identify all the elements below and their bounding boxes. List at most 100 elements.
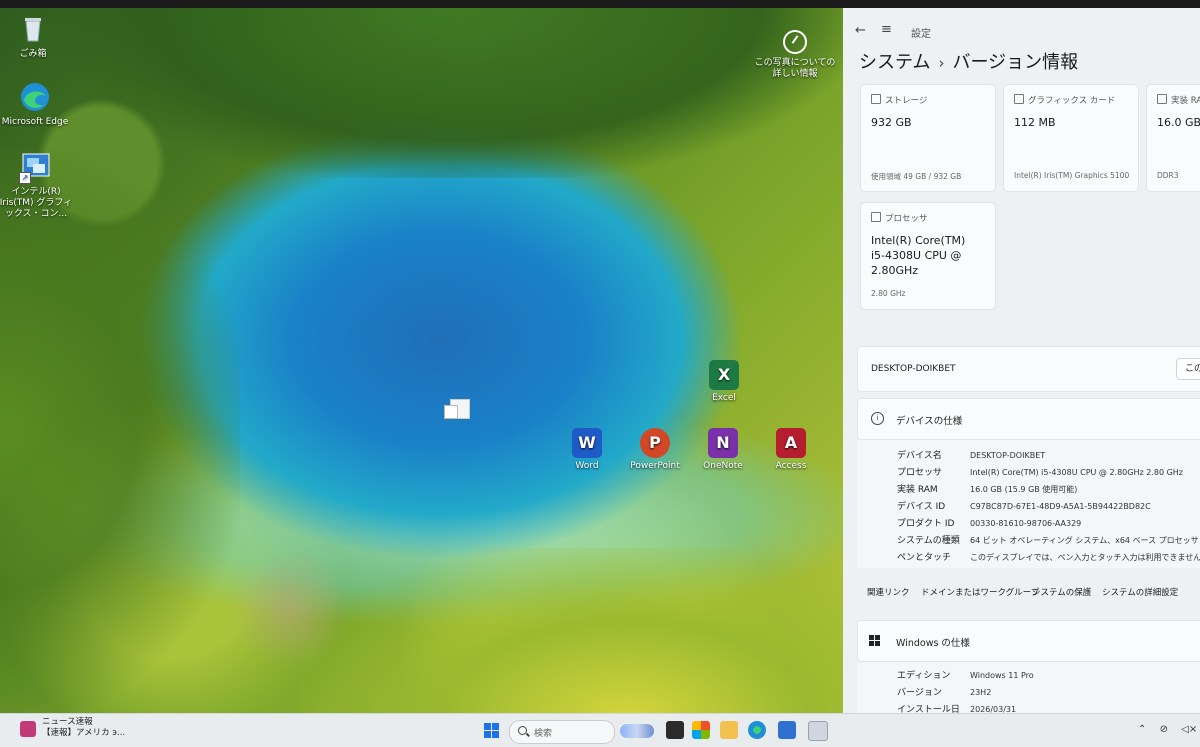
edge-icon	[18, 80, 52, 114]
window-title: 設定	[911, 29, 931, 40]
start-button[interactable]	[484, 723, 500, 739]
windows-spec-title: Windows の仕様	[896, 638, 970, 649]
photo-info-icon	[783, 30, 807, 54]
settings-titlebar: ← ≡ 設定	[843, 22, 1200, 42]
link-system-protection[interactable]: システムの保護	[1032, 586, 1091, 598]
device-name: DESKTOP-DOIKBET	[871, 364, 956, 374]
ram-icon	[1157, 94, 1167, 104]
spec-key: デバイス名	[897, 451, 942, 461]
rename-pc-button[interactable]: この	[1176, 358, 1200, 380]
widget-image-icon[interactable]	[620, 724, 654, 738]
news-subtitle: 【速報】アメリカ э...	[42, 728, 126, 738]
ram-sub: DDR3	[1157, 171, 1179, 180]
taskbar: ニュース速報 【速報】アメリカ э... 検索 ⌃ ⊘ ◁×	[0, 713, 1200, 747]
desktop-icon-excel[interactable]: X Excel	[687, 360, 761, 404]
volume-icon[interactable]: ◁×	[1181, 724, 1197, 735]
spec-key: エディション	[897, 671, 951, 681]
settings-taskbar-icon[interactable]	[808, 721, 828, 741]
search-placeholder: 検索	[534, 729, 553, 739]
windows-logo-icon	[869, 635, 881, 647]
breadcrumb: システム › バージョン情報	[859, 48, 1078, 74]
processor-icon	[871, 212, 881, 222]
desktop-icon-label: PowerPoint	[630, 461, 680, 471]
chevron-up-icon[interactable]: ⌃	[1138, 724, 1146, 735]
desktop-icon-intel-graphics[interactable]: ↗ インテル(R) Iris(TM) グラフィックス・コン...	[0, 150, 74, 220]
spec-key: プロセッサ	[897, 468, 943, 478]
spec-row: 実装 RAM 16.0 GB (15.9 GB 使用可能)	[897, 482, 1077, 495]
word-icon: W	[572, 428, 602, 458]
desktop-icon-word[interactable]: W Word	[550, 428, 624, 472]
taskbar-search[interactable]: 検索	[509, 720, 615, 744]
desktop-icon-label: Microsoft Edge	[1, 117, 69, 127]
wallpaper-forest-bottom	[300, 548, 845, 713]
device-spec-header[interactable]: i デバイスの仕様	[857, 398, 1200, 440]
recycle-bin-icon	[16, 12, 50, 46]
desktop-icon-recycle-bin[interactable]: ごみ箱	[0, 12, 70, 60]
storage-label: ストレージ	[885, 96, 928, 106]
spec-key: 実装 RAM	[897, 485, 938, 495]
desktop-icon-access[interactable]: A Access	[754, 428, 828, 472]
desktop-icon-edge[interactable]: Microsoft Edge	[0, 80, 72, 128]
spec-value: Intel(R) Core(TM) i5-4308U CPU @ 2.80GHz…	[970, 468, 1183, 477]
intel-graphics-icon: ↗	[19, 150, 53, 184]
desktop-icon-label: Excel	[712, 393, 736, 403]
storage-value: 932 GB	[871, 116, 912, 129]
storage-card[interactable]: ストレージ 932 GB 使用領域 49 GB / 932 GB	[860, 84, 996, 192]
processor-card[interactable]: プロセッサ Intel(R) Core(TM) i5-4308U CPU @ 2…	[860, 202, 996, 310]
desktop-wallpaper: ごみ箱 Microsoft Edge ↗ インテル(R) Iris(TM) グラ…	[0, 8, 845, 713]
spec-value: 16.0 GB (15.9 GB 使用可能)	[970, 485, 1078, 494]
windows-spec-header[interactable]: Windows の仕様	[857, 620, 1200, 662]
desktop-icon-blank-file[interactable]	[444, 399, 470, 419]
photo-info-button[interactable]: この写真についての 詳しい情報	[752, 30, 838, 80]
desktop-icon-onenote[interactable]: N OneNote	[686, 428, 760, 472]
storage-icon	[871, 94, 881, 104]
news-title: ニュース速報	[42, 717, 93, 727]
wallpaper-shore	[230, 548, 350, 668]
spec-key: デバイス ID	[897, 502, 946, 512]
wallpaper-forest-left	[0, 148, 240, 713]
device-name-panel: DESKTOP-DOIKBET この	[857, 346, 1200, 392]
spec-row: プロダクト ID 00330-81610-98706-AA329	[897, 516, 1081, 529]
breadcrumb-parent[interactable]: システム	[859, 52, 930, 73]
gpu-icon	[1014, 94, 1024, 104]
link-advanced-settings[interactable]: システムの詳細設定	[1102, 586, 1178, 598]
spec-row: インストール日 2026/03/31	[897, 702, 1016, 713]
hamburger-menu-icon[interactable]: ≡	[881, 22, 892, 37]
desktop-icon-label: インテル(R) Iris(TM) グラフィックス・コン...	[0, 187, 73, 219]
spec-row: プロセッサ Intel(R) Core(TM) i5-4308U CPU @ 2.…	[897, 465, 1183, 478]
desktop-icon-label: ごみ箱	[19, 49, 47, 59]
copilot-icon[interactable]	[692, 721, 710, 739]
breadcrumb-separator-icon: ›	[938, 54, 945, 72]
device-spec-rows: デバイス名 DESKTOP-DOIKBET プロセッサ Intel(R) Core(…	[857, 440, 1200, 568]
gpu-sub: Intel(R) Iris(TM) Graphics 5100	[1014, 171, 1130, 180]
spec-row: ペンとタッチ このディスプレイでは、ペン入力とタッチ入力は利用できません	[897, 550, 1200, 563]
task-view-icon[interactable]	[666, 721, 684, 739]
network-icon[interactable]: ⊘	[1160, 724, 1168, 735]
info-icon: i	[871, 412, 884, 425]
storage-sub: 使用領域 49 GB / 932 GB	[871, 172, 962, 181]
ram-card[interactable]: 実装 RA 16.0 GB DDR3	[1146, 84, 1200, 192]
desktop-icon-powerpoint[interactable]: P PowerPoint	[618, 428, 692, 472]
link-domain-workgroup[interactable]: ドメインまたはワークグループ	[921, 586, 1039, 598]
system-tray: ⌃ ⊘ ◁×	[1138, 724, 1200, 735]
shortcut-arrow-icon: ↗	[19, 172, 31, 184]
gpu-value: 112 MB	[1014, 116, 1056, 129]
gpu-label: グラフィックス カード	[1028, 96, 1116, 106]
edge-taskbar-icon[interactable]	[748, 721, 766, 739]
file-explorer-icon[interactable]	[720, 721, 738, 739]
spec-row: バージョン 23H2	[897, 685, 991, 698]
screen: ごみ箱 Microsoft Edge ↗ インテル(R) Iris(TM) グラ…	[0, 0, 1200, 747]
spec-key: インストール日	[897, 705, 960, 713]
spec-value: C97BC87D-67E1-48D9-A5A1-5B94422BD82C	[970, 502, 1151, 511]
spec-row: デバイス ID C97BC87D-67E1-48D9-A5A1-5B94422BD…	[897, 499, 1151, 512]
excel-icon: X	[709, 360, 739, 390]
spec-key: プロダクト ID	[897, 519, 955, 529]
related-links: 関連リンク ドメインまたはワークグループ システムの保護 システムの詳細設定	[857, 574, 1200, 610]
store-icon[interactable]	[778, 721, 796, 739]
graphics-card[interactable]: グラフィックス カード 112 MB Intel(R) Iris(TM) Gra…	[1003, 84, 1139, 192]
back-arrow-icon[interactable]: ←	[855, 23, 866, 38]
photo-info-line1: この写真について	[754, 58, 827, 68]
spec-value: 64 ビット オペレーティング システム、x64 ベース プロセッサ	[970, 536, 1199, 545]
ram-label: 実装 RA	[1171, 96, 1200, 106]
cpu-value-line3: 2.80GHz	[871, 264, 919, 277]
